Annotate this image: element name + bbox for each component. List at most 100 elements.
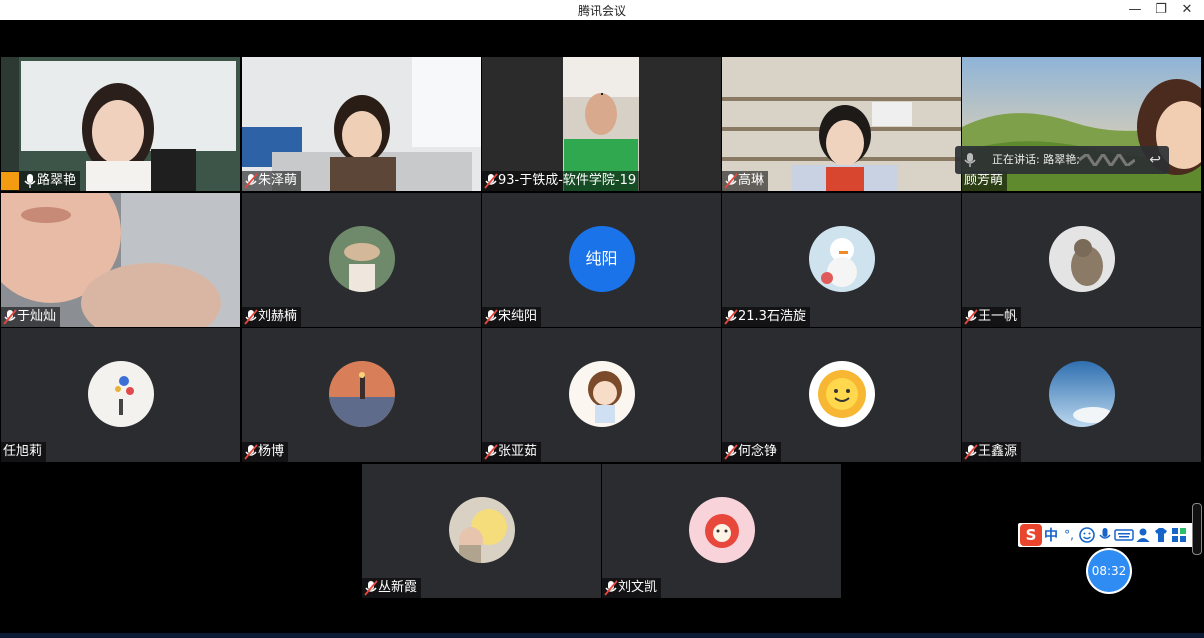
video-tile-speaker[interactable]: 路翠艳 — [1, 57, 240, 191]
avatar-tile[interactable]: 任旭莉 — [1, 328, 240, 462]
microphone-muted-icon — [724, 444, 738, 460]
participant-name: 张亚茹 — [498, 444, 538, 459]
participant-name: 朱泽萌 — [258, 173, 298, 188]
keyboard-icon[interactable] — [1114, 526, 1134, 544]
avatar-tile[interactable]: 杨博 — [242, 328, 481, 462]
video-tile[interactable]: 于灿灿 — [1, 193, 240, 327]
microphone-muted-icon — [244, 309, 258, 325]
back-arrow-icon[interactable]: ↩ — [1149, 146, 1161, 174]
participant-name: 顾芳萌 — [964, 173, 1004, 188]
meeting-timer-badge[interactable]: 08:32 — [1088, 550, 1130, 592]
microphone-muted-icon — [364, 580, 378, 596]
participant-name-bar: 张亚茹 — [482, 442, 542, 462]
microphone-muted-icon — [484, 173, 498, 189]
participant-name: 刘赫楠 — [258, 309, 298, 324]
participant-name: 宋纯阳 — [498, 309, 538, 324]
participant-avatar — [87, 361, 154, 427]
toolbox-grid-icon[interactable] — [1170, 526, 1188, 544]
bottom-strip — [0, 633, 1204, 638]
participant-name: 王一帆 — [978, 309, 1018, 324]
participant-name: 王鑫源 — [978, 444, 1018, 459]
ime-mode-toggle[interactable]: 中 — [1042, 525, 1060, 545]
participant-name-bar: 高琳 — [722, 171, 769, 191]
participant-name-bar: 路翠艳 — [1, 171, 81, 191]
punctuation-toggle[interactable]: °, — [1060, 528, 1078, 542]
speaking-indicator: 正在讲话: 路翠艳; ↩ — [955, 146, 1169, 174]
participant-name: 任旭莉 — [3, 444, 43, 459]
microphone-icon — [964, 153, 976, 167]
side-scroll-handle[interactable] — [1192, 503, 1202, 555]
host-badge-icon — [1, 172, 19, 190]
participant-name: 93-于铁成-软件学院-19 — [498, 173, 637, 188]
minimize-button[interactable]: — — [1122, 0, 1148, 20]
participant-avatar — [688, 497, 755, 563]
participant-name-bar: 王鑫源 — [962, 442, 1022, 462]
participant-name-bar: 宋纯阳 — [482, 307, 542, 327]
restore-button[interactable]: ❐ — [1148, 0, 1174, 20]
microphone-muted-icon — [964, 309, 978, 325]
participant-name-bar: 顾芳萌 — [962, 171, 1008, 191]
avatar-tile[interactable]: 丛新霞 — [362, 464, 601, 598]
participant-name-bar: 于灿灿 — [1, 307, 61, 327]
video-tile[interactable]: 高琳 — [722, 57, 961, 191]
voice-input-icon[interactable] — [1096, 526, 1114, 544]
skin-shirt-icon[interactable] — [1152, 526, 1170, 544]
participant-name-bar: 93-于铁成-软件学院-19 — [482, 171, 641, 191]
participant-avatar — [808, 361, 875, 427]
participant-name-bar: 王一帆 — [962, 307, 1022, 327]
participant-name: 丛新霞 — [378, 580, 418, 595]
avatar-tile[interactable]: 刘文凯 — [602, 464, 841, 598]
sogou-logo-icon[interactable]: S — [1020, 524, 1042, 546]
microphone-muted-icon — [3, 309, 17, 325]
emoji-icon[interactable] — [1078, 526, 1096, 544]
avatar-tile[interactable]: 张亚茹 — [482, 328, 721, 462]
close-button[interactable]: ✕ — [1174, 0, 1200, 20]
participant-name-bar: 任旭莉 — [1, 442, 47, 462]
participant-name-bar: 何念铮 — [722, 442, 782, 462]
participant-name: 21.3石浩旋 — [738, 309, 806, 324]
window-title: 腾讯会议 — [577, 4, 626, 18]
participant-name-bar: 杨博 — [242, 442, 289, 462]
audio-wave-icon — [1079, 154, 1135, 166]
participant-avatar — [1048, 361, 1115, 427]
participant-avatar — [448, 497, 515, 563]
participant-name: 杨博 — [258, 444, 285, 459]
avatar-tile[interactable]: 王一帆 — [962, 193, 1201, 327]
participant-name-bar: 刘赫楠 — [242, 307, 302, 327]
participant-text-avatar: 纯阳 — [568, 226, 635, 292]
participant-name-bar: 朱泽萌 — [242, 171, 302, 191]
video-tile[interactable]: 93-于铁成-软件学院-19 — [482, 57, 721, 191]
user-icon[interactable] — [1134, 526, 1152, 544]
meeting-top-bar — [0, 20, 1204, 57]
microphone-muted-icon — [244, 173, 258, 189]
avatar-tile[interactable]: 21.3石浩旋 — [722, 193, 961, 327]
participant-name-bar: 21.3石浩旋 — [722, 307, 810, 327]
avatar-tile[interactable]: 王鑫源 — [962, 328, 1201, 462]
microphone-muted-icon — [724, 173, 738, 189]
participant-avatar — [328, 361, 395, 427]
participant-name-bar: 丛新霞 — [362, 578, 422, 598]
participant-avatar — [328, 226, 395, 292]
avatar-tile[interactable]: 何念铮 — [722, 328, 961, 462]
microphone-muted-icon — [244, 444, 258, 460]
participant-name: 路翠艳 — [37, 173, 77, 188]
avatar-tile[interactable]: 刘赫楠 — [242, 193, 481, 327]
microphone-muted-icon — [604, 580, 618, 596]
participant-avatar — [808, 226, 875, 292]
participant-name-bar: 刘文凯 — [602, 578, 662, 598]
avatar-tile[interactable]: 纯阳 宋纯阳 — [482, 193, 721, 327]
microphone-muted-icon — [484, 444, 498, 460]
participant-name: 刘文凯 — [618, 580, 658, 595]
microphone-muted-icon — [724, 309, 738, 325]
participant-avatar — [568, 361, 635, 427]
participant-avatar — [1048, 226, 1115, 292]
participant-name: 高琳 — [738, 173, 765, 188]
participant-name: 于灿灿 — [17, 309, 57, 324]
window-titlebar: 腾讯会议 — ❐ ✕ — [0, 0, 1204, 21]
video-tile[interactable]: 朱泽萌 — [242, 57, 481, 191]
ime-toolbar[interactable]: S 中 °, — [1018, 523, 1196, 547]
microphone-icon — [24, 174, 36, 188]
participant-name: 何念铮 — [738, 444, 778, 459]
speaking-label: 正在讲话: 路翠艳; — [992, 153, 1080, 166]
microphone-muted-icon — [964, 444, 978, 460]
